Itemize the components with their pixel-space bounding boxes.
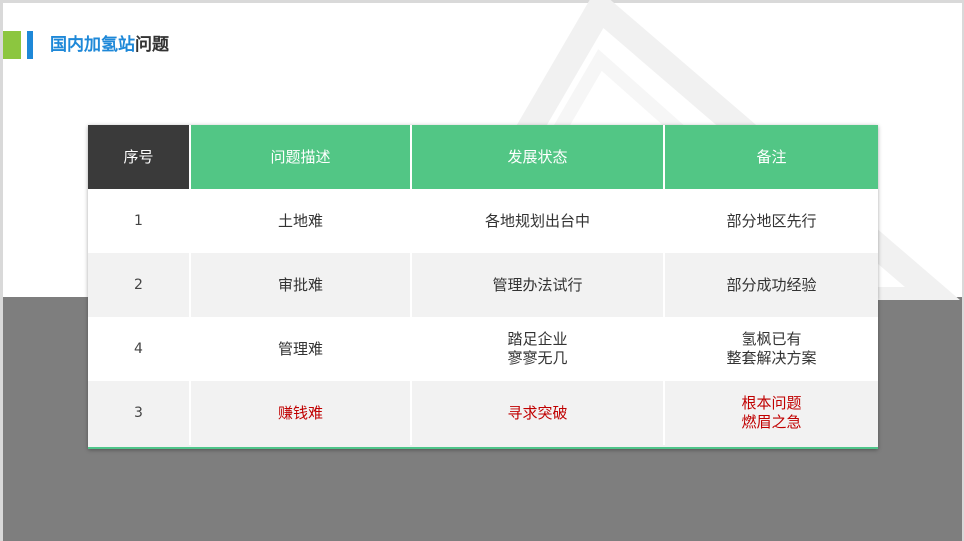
slide: 国内加氢站问题 序号 问题描述 发展状态 备注 1 土地难 各地规划出台中 部分… [0,0,964,541]
header-issue: 问题描述 [190,125,412,189]
cell-issue: 审批难 [190,253,412,317]
cell-seq: 4 [88,317,191,381]
page-title-rest: 问题 [135,35,169,55]
cell-note-line: 部分成功经验 [726,275,817,294]
cell-note: 氢枫已有 整套解决方案 [664,317,878,381]
cell-issue: 管理难 [190,317,412,381]
title-accent-blue [27,31,33,59]
cell-status-line: 各地规划出台中 [484,211,590,230]
table-header-row: 序号 问题描述 发展状态 备注 [88,125,878,189]
cell-status-line: 管理办法试行 [492,275,583,294]
cell-note-line: 氢枫已有 [741,330,802,348]
cell-status: 踏足企业 寥寥无几 [411,317,665,381]
cell-status-line: 踏足企业 [507,330,568,348]
cell-note-line: 根本问题 [741,394,802,412]
cell-status-line: 寻求突破 [507,403,568,422]
page-title-highlight: 国内加氢站 [50,35,135,55]
table-row: 1 土地难 各地规划出台中 部分地区先行 [88,189,878,253]
slide-border-left [0,0,3,541]
cell-status: 寻求突破 [411,381,665,445]
header-status: 发展状态 [411,125,665,189]
cell-status: 各地规划出台中 [411,189,665,253]
cell-issue: 土地难 [190,189,412,253]
issues-table: 序号 问题描述 发展状态 备注 1 土地难 各地规划出台中 部分地区先行 2 审… [88,125,878,445]
table-row: 2 审批难 管理办法试行 部分成功经验 [88,253,878,317]
issues-table-container: 序号 问题描述 发展状态 备注 1 土地难 各地规划出台中 部分地区先行 2 审… [88,125,878,449]
cell-note-line: 整套解决方案 [726,349,817,367]
header-seq: 序号 [88,125,191,189]
cell-note: 部分地区先行 [664,189,878,253]
header-note: 备注 [664,125,878,189]
title-accent-green [3,31,21,59]
cell-status-line: 寥寥无几 [507,349,568,367]
cell-note-line: 燃眉之急 [741,413,802,431]
cell-status: 管理办法试行 [411,253,665,317]
cell-seq: 2 [88,253,191,317]
table-row: 4 管理难 踏足企业 寥寥无几 氢枫已有 整套解决方案 [88,317,878,381]
cell-seq: 1 [88,189,191,253]
cell-note-line: 部分地区先行 [726,211,817,230]
cell-seq: 3 [88,381,191,445]
table-row-highlight: 3 赚钱难 寻求突破 根本问题 燃眉之急 [88,381,878,445]
cell-note: 根本问题 燃眉之急 [664,381,878,445]
page-title: 国内加氢站问题 [50,33,169,57]
cell-issue: 赚钱难 [190,381,412,445]
cell-note: 部分成功经验 [664,253,878,317]
